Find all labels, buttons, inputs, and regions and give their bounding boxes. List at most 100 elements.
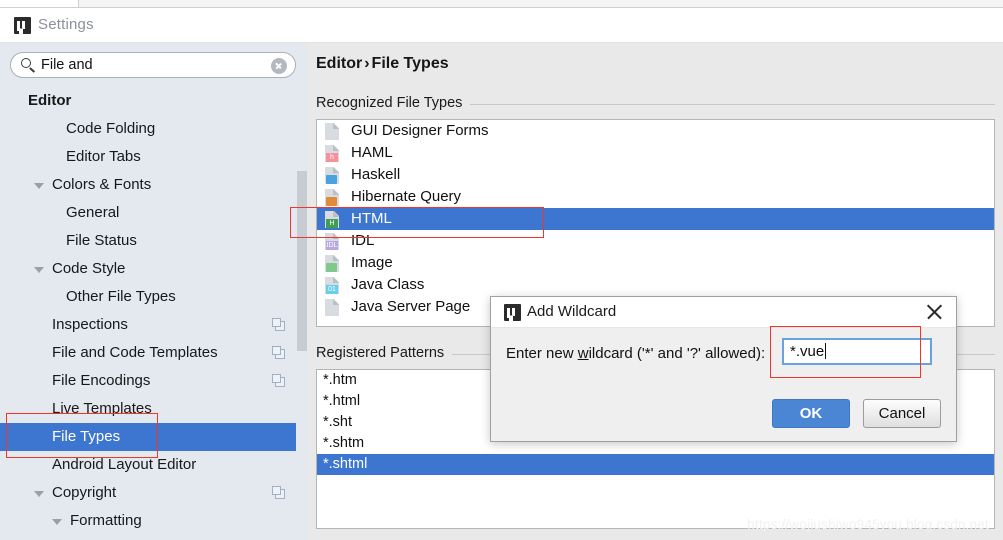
sidebar-item-colors-fonts[interactable]: Colors & Fonts	[0, 171, 308, 199]
sidebar-item-general[interactable]: General	[0, 199, 308, 227]
settings-content-panel: Editor › File Types Recognized File Types …	[308, 43, 1003, 540]
dialog-prompt: Enter new wildcard ('*' and '?' allowed)…	[506, 345, 765, 362]
sidebar-item-label: File and Code Templates	[52, 344, 218, 361]
chevron-down-icon[interactable]	[52, 519, 62, 525]
copy-icon[interactable]	[272, 374, 286, 388]
file-type-name: Haskell	[351, 166, 401, 183]
sidebar-item-file-status[interactable]: File Status	[0, 227, 308, 255]
pattern-value: *.shtml	[323, 456, 368, 472]
file-type-row[interactable]: Image	[317, 252, 994, 274]
chevron-down-icon[interactable]	[34, 267, 44, 273]
add-wildcard-dialog: Add Wildcard Enter new wildcard ('*' and…	[490, 296, 957, 442]
registered-patterns-label: Registered Patterns	[316, 345, 453, 361]
breadcrumb: Editor › File Types	[316, 55, 449, 73]
sidebar-item-editor-tabs[interactable]: Editor Tabs	[0, 143, 308, 171]
file-type-icon: 01	[325, 277, 342, 294]
file-type-icon	[325, 299, 342, 316]
desktop-background-strip	[0, 0, 1003, 8]
sidebar-item-live-templates[interactable]: Live Templates	[0, 395, 308, 423]
file-type-name: GUI Designer Forms	[351, 122, 489, 139]
file-type-icon	[325, 189, 342, 206]
file-type-name: Hibernate Query	[351, 188, 462, 205]
sidebar-item-label: Colors & Fonts	[52, 176, 152, 193]
clear-icon[interactable]	[271, 58, 287, 74]
file-type-row[interactable]: IDL IDL	[317, 230, 994, 252]
cancel-button[interactable]: Cancel	[863, 399, 941, 428]
sidebar-scrollbar-track[interactable]	[296, 43, 308, 540]
close-icon[interactable]	[926, 303, 944, 321]
pattern-value: *.htm	[323, 372, 357, 388]
search-icon	[21, 58, 36, 73]
ok-button[interactable]: OK	[772, 399, 850, 428]
sidebar-item-code-folding[interactable]: Code Folding	[0, 115, 308, 143]
file-type-icon: h	[325, 145, 342, 162]
file-type-icon: IDL	[325, 233, 342, 250]
settings-window: Settings File and Editor Code Folding Edit…	[0, 0, 1003, 540]
sidebar-item-file-encodings[interactable]: File Encodings	[0, 367, 308, 395]
sidebar-item-file-types[interactable]: File Types	[0, 423, 308, 451]
dialog-title: Add Wildcard	[527, 303, 617, 320]
pattern-row[interactable]: *.shtml	[317, 454, 994, 475]
file-type-icon: H	[325, 211, 342, 228]
file-type-row[interactable]: Haskell	[317, 164, 994, 186]
search-field-wrapper: File and	[10, 52, 296, 78]
prompt-part-2: ildcard ('*' and '?' allowed):	[588, 345, 766, 362]
copy-icon[interactable]	[272, 318, 286, 332]
file-type-name: HAML	[351, 144, 393, 161]
watermark: https://wojiushiwo945you.blog.csdn.net	[747, 517, 989, 532]
sidebar-item-label: Android Layout Editor	[52, 456, 197, 473]
sidebar-item-label: Editor Tabs	[66, 148, 141, 165]
background-window-fragment	[0, 0, 79, 7]
intellij-idea-icon	[14, 17, 31, 37]
window-title: Settings	[38, 16, 94, 33]
wildcard-input-value: *.vue	[790, 343, 825, 360]
sidebar-scrollbar-thumb[interactable]	[297, 171, 307, 351]
sidebar-item-copyright[interactable]: Copyright	[0, 479, 308, 507]
file-type-row[interactable]: H HTML	[317, 208, 994, 230]
prompt-part-1: Enter new	[506, 345, 578, 362]
copy-icon[interactable]	[272, 346, 286, 360]
settings-tree: Editor Code Folding Editor Tabs Colors & Fo…	[0, 87, 308, 535]
sidebar-item-label: Copyright	[52, 484, 117, 501]
sidebar-item-label: Code Folding	[66, 120, 156, 137]
sidebar-item-label: Live Templates	[52, 400, 152, 417]
file-type-icon	[325, 255, 342, 272]
window-title-bar: Settings	[0, 8, 1003, 43]
chevron-down-icon[interactable]	[34, 491, 44, 497]
sidebar-item-inspections[interactable]: Inspections	[0, 311, 308, 339]
file-type-row[interactable]: h HAML	[317, 142, 994, 164]
file-type-icon	[325, 123, 342, 140]
intellij-idea-icon	[504, 304, 521, 324]
file-type-row[interactable]: Hibernate Query	[317, 186, 994, 208]
sidebar-item-android-layout-editor[interactable]: Android Layout Editor	[0, 451, 308, 479]
recognized-file-types-label: Recognized File Types	[316, 95, 471, 111]
sidebar-item-code-style[interactable]: Code Style	[0, 255, 308, 283]
pattern-value: *.shtm	[323, 435, 365, 451]
file-type-name: HTML	[351, 210, 392, 227]
file-type-name: Java Class	[351, 276, 425, 293]
sidebar-item-label: General	[66, 204, 120, 221]
sidebar-item-file-and-code-templates[interactable]: File and Code Templates	[0, 339, 308, 367]
sidebar-item-label: File Encodings	[52, 372, 151, 389]
recognized-group-divider	[458, 104, 995, 105]
search-input[interactable]: File and	[10, 52, 296, 78]
sidebar-item-editor[interactable]: Editor	[0, 87, 308, 115]
settings-sidebar: File and Editor Code Folding Editor Tabs Co…	[0, 43, 308, 540]
sidebar-item-label: File Status	[66, 232, 137, 249]
chevron-down-icon[interactable]	[34, 183, 44, 189]
sidebar-item-label: Editor	[28, 92, 72, 109]
prompt-mnemonic: w	[577, 345, 589, 362]
sidebar-item-formatting[interactable]: Formatting	[0, 507, 308, 535]
file-type-row[interactable]: 01 Java Class	[317, 274, 994, 296]
wildcard-input[interactable]: *.vue	[782, 338, 932, 365]
sidebar-item-label: Formatting	[70, 512, 142, 529]
file-type-row[interactable]: GUI Designer Forms	[317, 120, 994, 142]
sidebar-item-other-file-types[interactable]: Other File Types	[0, 283, 308, 311]
copy-icon[interactable]	[272, 486, 286, 500]
text-caret	[825, 343, 827, 359]
file-type-name: IDL	[351, 232, 375, 249]
search-input-value: File and	[41, 57, 93, 73]
breadcrumb-root[interactable]: Editor	[316, 55, 362, 72]
pattern-value: *.html	[323, 393, 361, 409]
dialog-title-bar: Add Wildcard	[491, 297, 956, 328]
